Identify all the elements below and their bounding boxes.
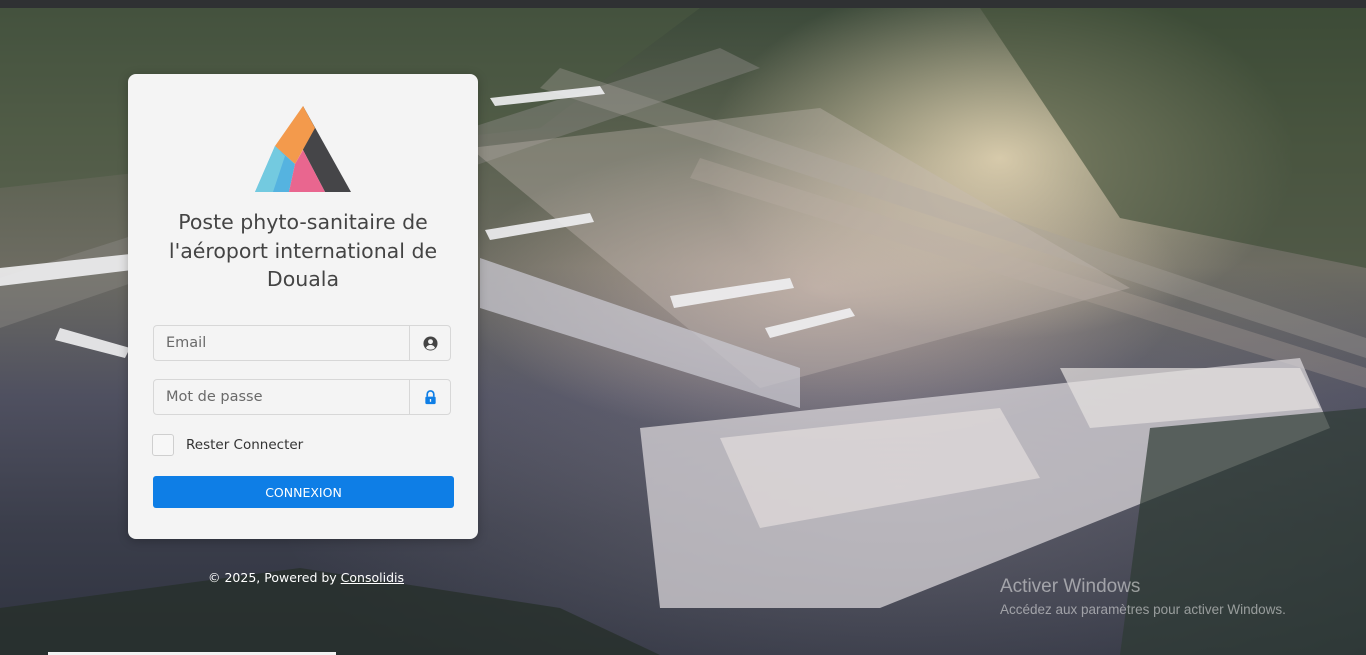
remember-checkbox[interactable] [152, 434, 174, 456]
page-title: Poste phyto-sanitaire de l'aéroport inte… [168, 210, 438, 291]
lock-icon [424, 389, 436, 404]
consolidis-link[interactable]: Consolidis [341, 570, 404, 585]
windows-activation-watermark: Activer Windows Accédez aux paramètres p… [1000, 576, 1286, 617]
user-circle-icon [422, 335, 438, 351]
remember-me: Rester Connecter [152, 433, 303, 457]
login-card: Poste phyto-sanitaire de l'aéroport inte… [128, 74, 478, 539]
browser-top-strip [0, 0, 1366, 8]
password-addon [409, 380, 450, 414]
email-field-group [153, 325, 451, 361]
watermark-subtitle: Accédez aux paramètres pour activer Wind… [1000, 602, 1286, 617]
login-button[interactable]: CONNEXION [153, 476, 454, 508]
watermark-title: Activer Windows [1000, 576, 1141, 597]
password-input[interactable] [154, 380, 412, 414]
footer: © 2025, Powered by Consolidis [208, 570, 404, 585]
app-logo [255, 106, 351, 192]
remember-label[interactable]: Rester Connecter [186, 437, 303, 453]
login-screen: Poste phyto-sanitaire de l'aéroport inte… [0, 0, 1366, 655]
email-input[interactable] [154, 326, 412, 360]
email-addon [409, 326, 450, 360]
footer-text: © 2025, Powered by [208, 570, 337, 585]
password-field-group [153, 379, 451, 415]
